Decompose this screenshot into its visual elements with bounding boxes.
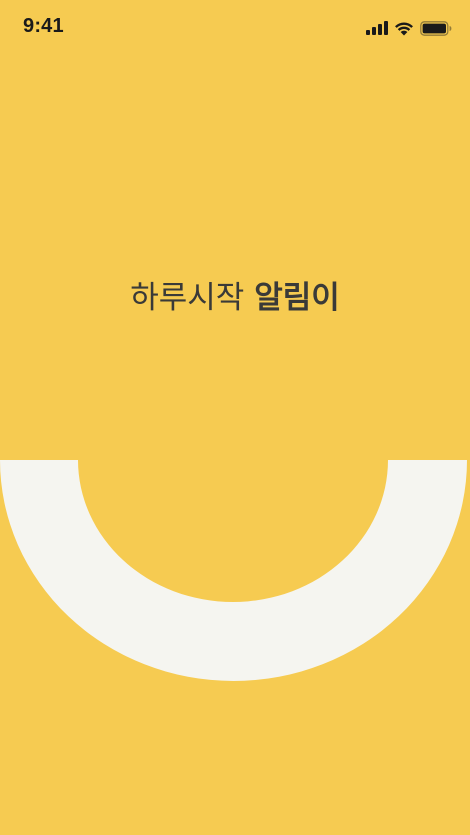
splash-screen: 9:41 하루시작 알림이	[0, 0, 470, 835]
smile-arc-decoration	[0, 460, 467, 681]
